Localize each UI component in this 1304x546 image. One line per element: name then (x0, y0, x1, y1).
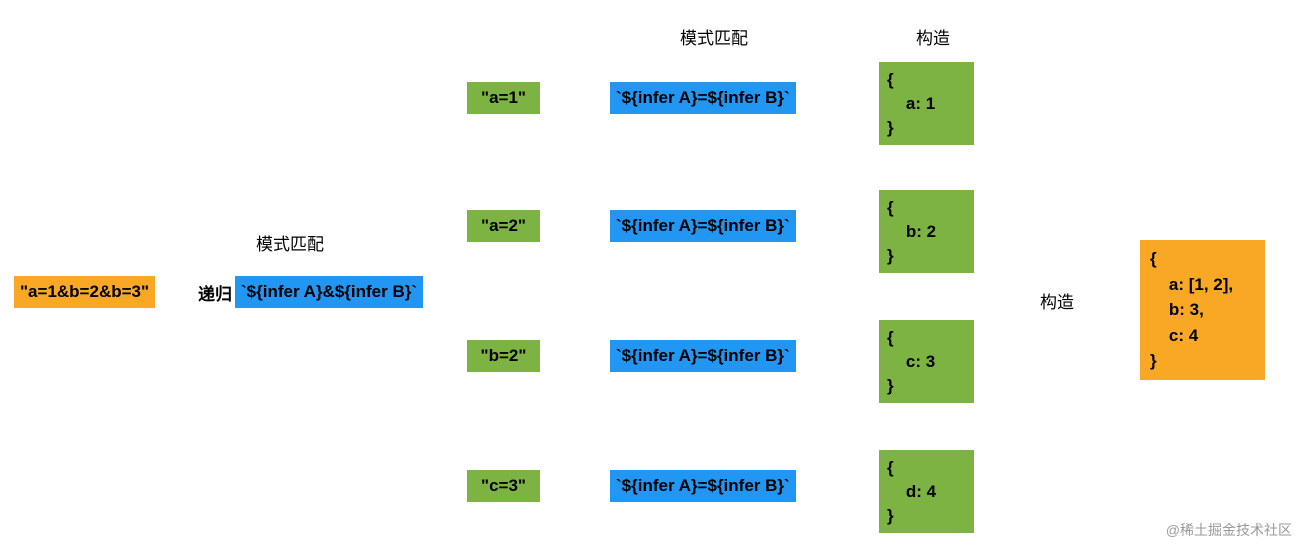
token-row-3: "c=3" (467, 470, 540, 502)
result-header: 构造 (916, 24, 950, 49)
token-row-2: "b=2" (467, 340, 540, 372)
result-row-3: { d: 4 } (879, 450, 974, 533)
pattern-row-2: `${infer A}=${infer B}` (610, 340, 796, 372)
token-row-1: "a=2" (467, 210, 540, 242)
watermark: @稀土掘金技术社区 (1166, 520, 1292, 540)
result-row-0: { a: 1 } (879, 62, 974, 145)
result-row-2: { c: 3 } (879, 320, 974, 403)
recursion-pattern: `${infer A}&${infer B}` (235, 276, 423, 308)
final-header: 构造 (1040, 288, 1074, 313)
pattern-row-3: `${infer A}=${infer B}` (610, 470, 796, 502)
recursion-header: 模式匹配 (256, 230, 324, 255)
result-row-1: { b: 2 } (879, 190, 974, 273)
final-result: { a: [1, 2], b: 3, c: 4 } (1140, 240, 1265, 380)
token-row-0: "a=1" (467, 82, 540, 114)
middle-header: 模式匹配 (680, 24, 748, 49)
pattern-row-1: `${infer A}=${infer B}` (610, 210, 796, 242)
pattern-row-0: `${infer A}=${infer B}` (610, 82, 796, 114)
recursion-prefix: 递归 (198, 280, 232, 305)
input-string: "a=1&b=2&b=3" (14, 276, 155, 308)
